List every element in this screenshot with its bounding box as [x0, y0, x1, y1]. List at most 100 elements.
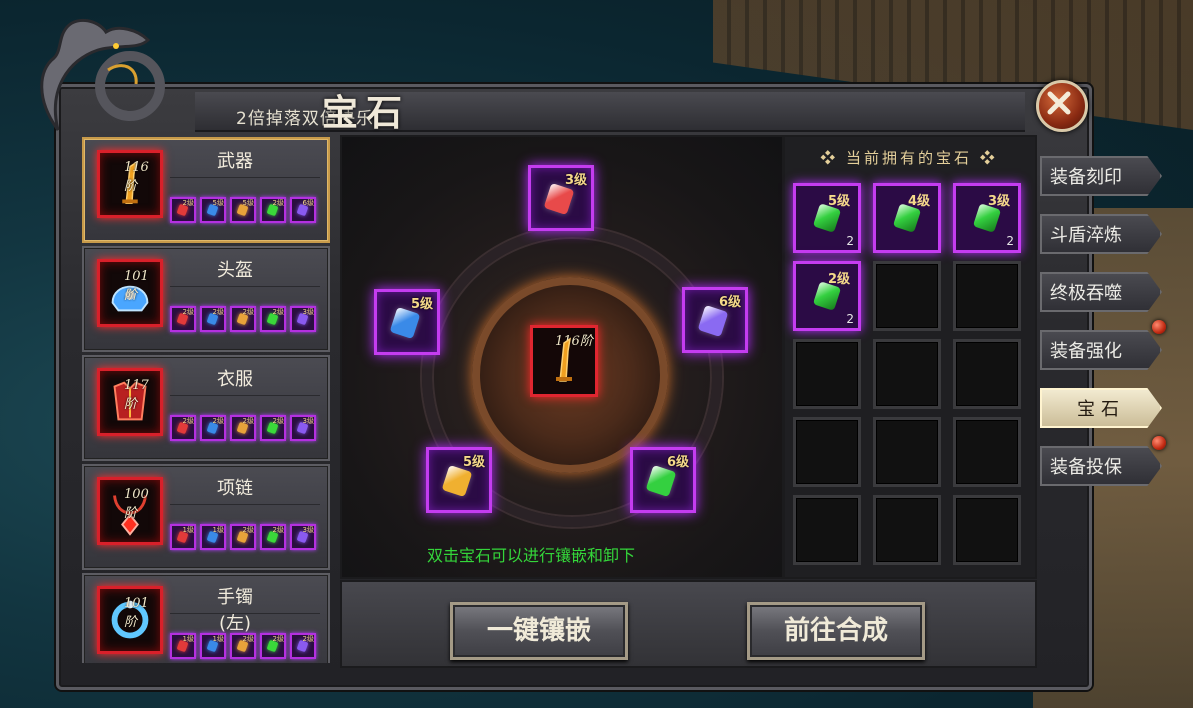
gem-slot-level: 3级	[302, 417, 314, 425]
gem-slot[interactable]: 2级	[260, 415, 286, 441]
gem-slot[interactable]: 2级	[260, 524, 286, 550]
socketed-gem-left[interactable]: 5级	[374, 289, 440, 355]
gem-slot-level: 2级	[302, 635, 314, 643]
owned-gem-cell[interactable]: 4级	[873, 183, 941, 253]
gem-slot[interactable]: 3级	[290, 306, 316, 332]
equipment-item[interactable]: 100阶 项链 1级 1级 2级 2级 3级	[82, 464, 330, 570]
equipment-item[interactable]: 101阶 手镯(左) 1级 1级 2级 2级 2级	[82, 573, 330, 663]
divider	[170, 504, 320, 505]
divider	[170, 177, 320, 178]
equipment-name: 武器	[217, 151, 253, 172]
gem-slot[interactable]: 2级	[230, 524, 256, 550]
owned-gem-cell[interactable]: 3级 2	[953, 183, 1021, 253]
equipment-icon-slot: 101阶	[97, 259, 163, 327]
gem-slot[interactable]: 6级	[290, 197, 316, 223]
gem-level: 3级	[564, 173, 587, 188]
owned-gems-panel: ❖ 当前拥有的宝石 ❖ 5级 2 4级 3级 2 2级 2	[783, 135, 1037, 579]
gem-slot[interactable]: 2级	[200, 415, 226, 441]
gem-slot-level: 2级	[242, 308, 254, 316]
equipment-name: 项链	[217, 478, 253, 499]
socketed-gem-top[interactable]: 3级	[528, 165, 594, 231]
equipment-item[interactable]: 101阶 头盔 2级 2级 2级 2级 3级	[82, 246, 330, 352]
gem-slot-level: 2级	[272, 635, 284, 643]
gem-slot[interactable]: 2级	[290, 633, 316, 659]
close-icon	[1047, 91, 1071, 115]
gem-socket-panel: 116阶 3级 5级 6级 5级 6级 双击宝石可以进行镶嵌和卸下	[340, 135, 784, 579]
tab-3[interactable]: 终极吞噬	[1040, 272, 1162, 312]
gem-slot[interactable]: 5级	[230, 197, 256, 223]
gem-slot[interactable]: 3级	[290, 524, 316, 550]
gem-count: 2	[1006, 234, 1014, 248]
gem-slot[interactable]: 1级	[200, 524, 226, 550]
close-button[interactable]	[1036, 80, 1088, 132]
empty-gem-cell	[953, 261, 1021, 331]
gem-slot[interactable]: 2级	[170, 306, 196, 332]
divider	[170, 286, 320, 287]
owned-gem-cell[interactable]: 2级 2	[793, 261, 861, 331]
gem-level: 6级	[666, 455, 689, 470]
gem-level: 2级	[827, 272, 850, 287]
gem-level: 5级	[462, 455, 485, 470]
gem-count: 2	[846, 234, 854, 248]
gem-slot[interactable]: 5级	[200, 197, 226, 223]
tab-5[interactable]: 宝石	[1040, 388, 1162, 428]
tab-2[interactable]: 斗盾淬炼	[1040, 214, 1162, 254]
tab-1[interactable]: 装备刻印	[1040, 156, 1162, 196]
gem-slot-level: 1级	[182, 526, 194, 534]
gem-slot[interactable]: 2级	[230, 633, 256, 659]
gem-slot[interactable]: 2级	[230, 415, 256, 441]
dragon-ornament-icon	[40, 18, 165, 131]
gem-slot-level: 2级	[242, 635, 254, 643]
socketed-gem-right[interactable]: 6级	[682, 287, 748, 353]
notification-dot-icon	[1152, 320, 1166, 334]
gem-slot-level: 2级	[272, 199, 284, 207]
socketed-gem-bottom-right[interactable]: 6级	[630, 447, 696, 513]
equipment-level: 101阶	[124, 269, 149, 303]
gem-slot-level: 2级	[272, 526, 284, 534]
gem-slot[interactable]: 1级	[200, 633, 226, 659]
owned-gem-cell[interactable]: 5级 2	[793, 183, 861, 253]
gem-slot-level: 1级	[182, 635, 194, 643]
gem-slot-level: 2级	[182, 417, 194, 425]
gem-slot-level: 3级	[302, 526, 314, 534]
equipment-level: 100阶	[124, 487, 149, 521]
gem-level: 5级	[827, 194, 850, 209]
equipment-icon-slot: 117阶	[97, 368, 163, 436]
gem-level: 3级	[987, 194, 1010, 209]
gem-slot-level: 2级	[182, 199, 194, 207]
equipment-level: 117阶	[124, 378, 149, 412]
empty-gem-cell	[873, 339, 941, 409]
gem-slot[interactable]: 2级	[230, 306, 256, 332]
equipment-item[interactable]: 116阶 武器 2级 5级 5级 2级 6级	[82, 137, 330, 243]
gem-slot[interactable]: 2级	[170, 415, 196, 441]
tab-6[interactable]: 装备投保	[1040, 446, 1162, 486]
gem-slot[interactable]: 2级	[260, 197, 286, 223]
gem-slot[interactable]: 2级	[260, 633, 286, 659]
gem-slot-level: 2级	[242, 417, 254, 425]
socketed-gem-bottom-left[interactable]: 5级	[426, 447, 492, 513]
sword-icon	[556, 337, 572, 382]
gem-slot[interactable]: 1级	[170, 633, 196, 659]
gem-slot[interactable]: 2级	[260, 306, 286, 332]
gem-slot-level: 5级	[212, 199, 224, 207]
gem-slot-level: 2级	[212, 308, 224, 316]
equipment-item[interactable]: 117阶 衣服 2级 2级 2级 2级 3级	[82, 355, 330, 461]
equipment-name: 手镯(左)	[217, 587, 253, 634]
window-title: 宝石	[322, 92, 411, 134]
go-synthesize-button[interactable]: 前往合成	[747, 602, 925, 660]
equipment-icon-slot: 100阶	[97, 477, 163, 545]
gem-slot-level: 1级	[212, 526, 224, 534]
selected-equipment-slot[interactable]: 116阶	[530, 325, 598, 397]
inlay-all-button[interactable]: 一键镶嵌	[450, 602, 628, 660]
gem-slot[interactable]: 2级	[170, 197, 196, 223]
socket-hint: 双击宝石可以进行镶嵌和卸下	[427, 546, 636, 565]
gem-slot[interactable]: 3级	[290, 415, 316, 441]
empty-gem-cell	[953, 417, 1021, 487]
empty-gem-cell	[793, 495, 861, 565]
empty-gem-cell	[953, 339, 1021, 409]
equipment-level: 101阶	[124, 596, 149, 630]
tab-4[interactable]: 装备强化	[1040, 330, 1162, 370]
gem-slot[interactable]: 2级	[200, 306, 226, 332]
empty-gem-cell	[873, 417, 941, 487]
gem-slot[interactable]: 1级	[170, 524, 196, 550]
